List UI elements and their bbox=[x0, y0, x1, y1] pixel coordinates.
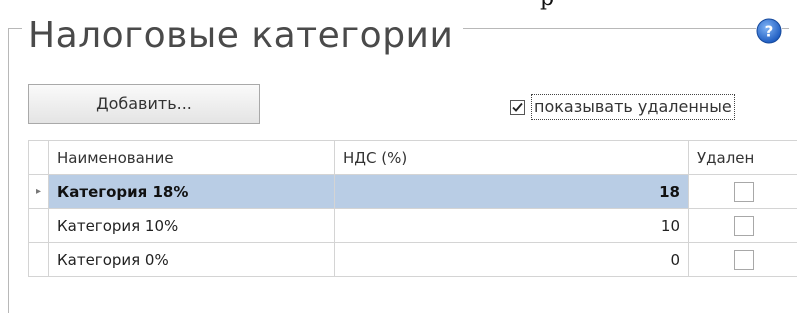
row-selector[interactable]: ▸ bbox=[28, 174, 49, 209]
row-selector[interactable] bbox=[28, 208, 49, 243]
table-row[interactable]: Категория 0% 0 bbox=[28, 242, 797, 277]
show-deleted-checkbox[interactable] bbox=[510, 99, 525, 115]
clipped-header-text: р bbox=[0, 0, 797, 10]
show-deleted-label: показывать удаленные bbox=[531, 94, 735, 120]
column-header-name[interactable]: Наименование bbox=[48, 140, 335, 175]
row-marker-header bbox=[28, 140, 49, 175]
category-name-cell[interactable]: Категория 10% bbox=[48, 208, 335, 243]
column-header-deleted[interactable]: Удален bbox=[688, 140, 797, 175]
table-row[interactable]: Категория 10% 10 bbox=[28, 208, 797, 243]
add-button[interactable]: Добавить... bbox=[28, 84, 260, 124]
grid-header-row: Наименование НДС (%) Удален bbox=[28, 140, 797, 175]
current-row-marker-icon: ▸ bbox=[35, 186, 42, 197]
table-row[interactable]: ▸ Категория 18% 18 bbox=[28, 174, 797, 209]
tax-categories-grid: Наименование НДС (%) Удален ▸ Категория … bbox=[28, 140, 797, 277]
help-icon[interactable]: ? bbox=[756, 18, 782, 44]
checkmark-icon bbox=[512, 102, 523, 112]
row-selector[interactable] bbox=[28, 242, 49, 277]
deleted-checkbox[interactable] bbox=[733, 249, 754, 270]
deleted-checkbox[interactable] bbox=[733, 181, 754, 202]
deleted-cell[interactable] bbox=[688, 208, 797, 243]
clipped-text: р bbox=[540, 0, 554, 10]
deleted-cell[interactable] bbox=[688, 242, 797, 277]
deleted-checkbox[interactable] bbox=[733, 215, 754, 236]
category-name-cell[interactable]: Категория 0% bbox=[48, 242, 335, 277]
page-title: Налоговые категории bbox=[22, 12, 464, 60]
show-deleted-toggle[interactable]: показывать удаленные bbox=[510, 94, 735, 120]
vat-cell[interactable]: 18 bbox=[334, 174, 689, 209]
column-header-vat[interactable]: НДС (%) bbox=[334, 140, 689, 175]
deleted-cell[interactable] bbox=[688, 174, 797, 209]
vat-cell[interactable]: 0 bbox=[334, 242, 689, 277]
svg-text:?: ? bbox=[765, 23, 774, 41]
vat-cell[interactable]: 10 bbox=[334, 208, 689, 243]
category-name-cell[interactable]: Категория 18% bbox=[48, 174, 335, 209]
